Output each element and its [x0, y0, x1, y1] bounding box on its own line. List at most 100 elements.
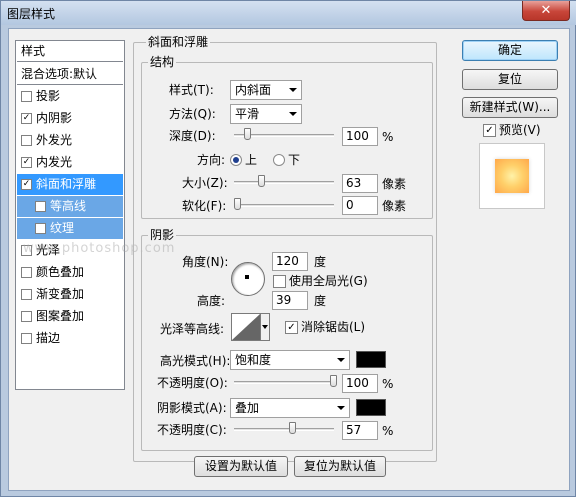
- style-list-item-label: 外发光: [36, 133, 73, 147]
- style-list-header-label: 样式: [21, 44, 46, 58]
- shadow-mode-value: 叠加: [235, 401, 260, 415]
- direction-label: 方向:: [197, 153, 226, 167]
- direction-down-radio[interactable]: [273, 154, 285, 166]
- style-list-item[interactable]: 图案叠加: [17, 306, 123, 327]
- gloss-contour-label: 光泽等高线:: [160, 322, 225, 336]
- style-checkbox[interactable]: [21, 311, 32, 322]
- style-list-item[interactable]: 外发光: [17, 130, 123, 151]
- style-list-item-label: 纹理: [50, 221, 75, 235]
- style-preview: [479, 143, 545, 209]
- chevron-down-icon: [337, 358, 345, 362]
- depth-value: 100: [346, 129, 369, 143]
- technique-select[interactable]: 平滑: [230, 104, 302, 124]
- style-list-item-label: 投影: [36, 89, 61, 103]
- style-checkbox[interactable]: [21, 267, 32, 278]
- style-checkbox[interactable]: [21, 135, 32, 146]
- style-list-item[interactable]: ✓ 内阴影: [17, 108, 123, 129]
- style-list-item-label: 渐变叠加: [36, 287, 85, 301]
- ok-button[interactable]: 确定: [462, 40, 558, 61]
- bevel-style-select[interactable]: 内斜面: [230, 80, 302, 100]
- depth-slider-thumb[interactable]: [244, 128, 251, 140]
- style-list-item[interactable]: 等高线: [17, 196, 123, 217]
- size-unit: 像素: [382, 177, 407, 191]
- style-list-item[interactable]: 纹理: [17, 218, 123, 239]
- style-list-item[interactable]: 投影: [17, 86, 123, 107]
- style-list-item[interactable]: ✓ 斜面和浮雕: [17, 174, 123, 195]
- style-checkbox[interactable]: ✓: [21, 157, 32, 168]
- chevron-down-icon: [289, 88, 297, 92]
- style-label: 样式(T):: [169, 83, 214, 97]
- close-button[interactable]: ✕: [522, 1, 570, 21]
- size-input[interactable]: 63: [342, 174, 378, 193]
- title-bar[interactable]: 图层样式 ✕: [1, 1, 576, 25]
- depth-input[interactable]: 100: [342, 127, 378, 146]
- style-checkbox[interactable]: [35, 223, 46, 234]
- close-icon: ✕: [540, 3, 552, 18]
- style-checkbox[interactable]: [21, 289, 32, 300]
- soften-slider[interactable]: [234, 204, 334, 207]
- direction-up-radio[interactable]: [230, 154, 242, 166]
- depth-label: 深度(D):: [169, 129, 216, 143]
- style-list-item[interactable]: 描边: [17, 328, 123, 349]
- preview-label: 预览(V): [499, 123, 541, 137]
- style-checkbox[interactable]: [21, 91, 32, 102]
- highlight-opacity-slider[interactable]: [234, 381, 334, 384]
- highlight-mode-label: 高光模式(H):: [160, 354, 231, 368]
- gloss-contour-dropdown[interactable]: [260, 313, 270, 341]
- shadow-mode-select[interactable]: 叠加: [230, 398, 350, 418]
- layer-style-dialog: 图层样式 ✕ 样式 混合选项:默认 投影 ✓ 内阴影 外发光 ✓ 内发光 ✓ 斜面和浮雕 等高线…: [0, 0, 576, 497]
- style-checkbox[interactable]: [21, 333, 32, 344]
- highlight-opacity-value: 100: [346, 376, 369, 390]
- technique-value: 平滑: [235, 107, 260, 121]
- highlight-opacity-thumb[interactable]: [330, 375, 337, 387]
- highlight-opacity-unit: %: [382, 377, 394, 391]
- bevel-emboss-title: 斜面和浮雕: [146, 35, 211, 49]
- style-checkbox[interactable]: [35, 201, 46, 212]
- style-list-item-label: 内发光: [36, 155, 73, 169]
- reset-to-default-button[interactable]: 复位为默认值: [294, 456, 386, 477]
- shadow-opacity-label: 不透明度(C):: [157, 423, 227, 437]
- contour-curve-icon: [232, 314, 260, 340]
- global-light-checkbox[interactable]: [273, 275, 286, 288]
- chevron-down-icon: [262, 325, 268, 329]
- reset-button[interactable]: 复位: [462, 69, 558, 90]
- direction-down-label: 下: [288, 153, 301, 167]
- style-list-blend-options[interactable]: 混合选项:默认: [17, 64, 123, 85]
- style-list-item[interactable]: 颜色叠加: [17, 262, 123, 283]
- anti-alias-checkbox[interactable]: ✓: [285, 321, 298, 334]
- highlight-opacity-input[interactable]: 100: [342, 374, 378, 393]
- style-list-item[interactable]: 渐变叠加: [17, 284, 123, 305]
- new-style-button[interactable]: 新建样式(W)...: [462, 97, 558, 118]
- highlight-mode-select[interactable]: 饱和度: [230, 350, 350, 370]
- dialog-body: 样式 混合选项:默认 投影 ✓ 内阴影 外发光 ✓ 内发光 ✓ 斜面和浮雕 等高线 纹理 光泽 颜色叠…: [8, 28, 570, 491]
- angle-input[interactable]: 120: [272, 252, 308, 271]
- angle-unit: 度: [314, 255, 327, 269]
- depth-unit: %: [382, 130, 394, 144]
- size-value: 63: [346, 176, 362, 190]
- size-slider-thumb[interactable]: [258, 175, 265, 187]
- altitude-input[interactable]: 39: [272, 291, 308, 310]
- style-list-item-label: 内阴影: [36, 111, 73, 125]
- shadow-opacity-thumb[interactable]: [289, 422, 296, 434]
- shadow-color-swatch[interactable]: [356, 399, 386, 416]
- size-slider[interactable]: [234, 181, 334, 184]
- shadow-opacity-slider[interactable]: [234, 428, 334, 431]
- highlight-opacity-label: 不透明度(O):: [157, 376, 228, 390]
- size-label: 大小(Z):: [182, 176, 228, 190]
- style-list-item[interactable]: ✓ 内发光: [17, 152, 123, 173]
- make-default-button[interactable]: 设置为默认值: [194, 456, 288, 477]
- gloss-contour-picker[interactable]: [231, 313, 261, 341]
- highlight-color-swatch[interactable]: [356, 351, 386, 368]
- style-checkbox[interactable]: ✓: [21, 179, 32, 190]
- soften-input[interactable]: 0: [342, 196, 378, 215]
- style-checkbox[interactable]: ✓: [21, 113, 32, 124]
- shadow-opacity-unit: %: [382, 424, 394, 438]
- shadow-opacity-input[interactable]: 57: [342, 421, 378, 440]
- style-list-header[interactable]: 样式: [17, 41, 123, 62]
- angle-value: 120: [276, 254, 299, 268]
- soften-slider-thumb[interactable]: [234, 198, 241, 210]
- preview-checkbox[interactable]: ✓: [483, 124, 496, 137]
- window-title: 图层样式: [7, 7, 56, 21]
- angle-dial[interactable]: [231, 262, 265, 296]
- style-list-item-label: 等高线: [50, 199, 87, 213]
